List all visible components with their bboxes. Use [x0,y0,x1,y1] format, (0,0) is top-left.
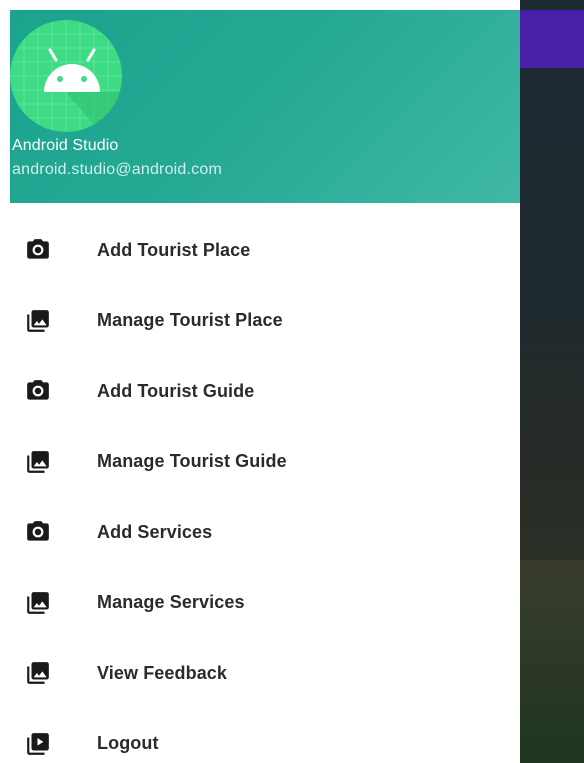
menu-item-label: Add Services [97,521,213,542]
user-email: android.studio@android.com [12,161,223,178]
camera-icon [27,521,49,541]
camera-icon [27,239,49,259]
slideshow-icon [27,732,49,755]
menu-item-logout[interactable]: Logout [10,709,520,763]
gallery-icon [27,309,49,332]
menu-item-label: Add Tourist Guide [97,380,255,401]
menu-item-add-tourist-place[interactable]: Add Tourist Place [10,215,520,286]
drawer-menu: Add Tourist Place Manage Tourist Place A… [10,215,520,763]
menu-item-label: View Feedback [97,662,228,683]
drawer-header: Android Studio android.studio@android.co… [10,10,520,203]
app-background-scenery [520,560,584,763]
menu-item-label: Add Tourist Place [97,239,251,260]
menu-item-label: Manage Tourist Guide [97,451,287,472]
menu-item-manage-tourist-guide[interactable]: Manage Tourist Guide [10,427,520,498]
menu-item-label: Logout [97,733,159,754]
gallery-icon [27,591,49,614]
app-toolbar [520,10,584,68]
android-logo-icon[interactable] [10,20,122,132]
menu-item-manage-services[interactable]: Manage Services [10,568,520,639]
menu-item-add-services[interactable]: Add Services [10,497,520,568]
menu-item-label: Manage Tourist Place [97,310,283,331]
gallery-icon [27,662,49,685]
menu-item-add-tourist-guide[interactable]: Add Tourist Guide [10,356,520,427]
menu-item-manage-tourist-place[interactable]: Manage Tourist Place [10,286,520,357]
navigation-drawer: Android Studio android.studio@android.co… [10,10,520,763]
menu-item-label: Manage Services [97,592,245,613]
camera-icon [27,380,49,400]
user-name: Android Studio [12,137,119,154]
gallery-icon [27,450,49,473]
menu-item-view-feedback[interactable]: View Feedback [10,638,520,709]
